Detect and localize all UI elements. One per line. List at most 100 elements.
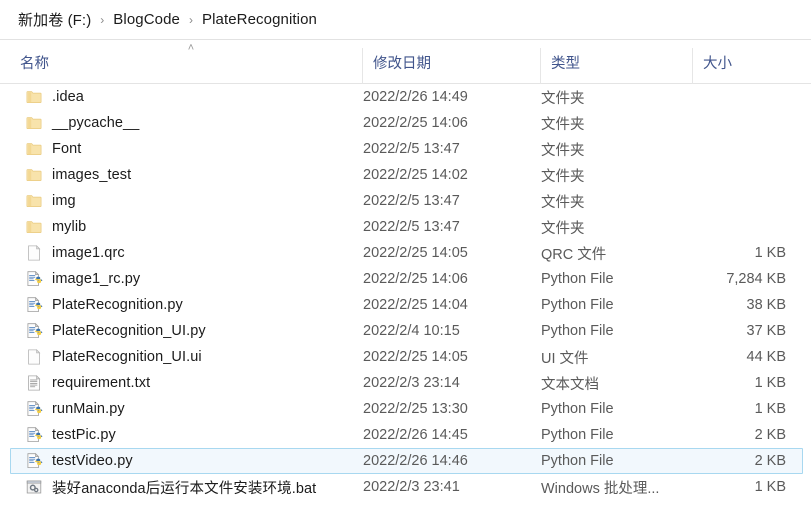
file-name-cell[interactable]: __pycache__ [25,114,139,132]
file-type: 文件夹 [541,168,585,185]
file-name-label: __pycache__ [52,115,140,131]
folder-icon [25,192,43,210]
file-type: 文件夹 [541,90,585,107]
python-file-icon [25,426,43,444]
file-date-modified: 2022/2/5 13:47 [363,141,460,157]
file-name-label: PlateRecognition_UI.ui [52,349,202,365]
breadcrumb[interactable]: 新加卷 (F:) › BlogCode › PlateRecognition [0,0,811,40]
file-type: QRC 文件 [541,246,607,263]
file-date-modified: 2022/2/25 14:02 [363,167,468,183]
python-file-icon [25,452,43,470]
chevron-right-icon[interactable]: › [189,14,193,26]
file-row[interactable]: images_test 2022/2/25 14:02 文件夹 [10,162,803,188]
file-type: 文件夹 [541,142,585,159]
file-name-label: mylib [52,219,87,235]
file-type: Python File [541,297,614,313]
file-row[interactable]: PlateRecognition_UI.py 2022/2/4 10:15 Pyth… [10,318,803,344]
file-date-modified: 2022/2/25 14:05 [363,245,468,261]
folder-icon [25,140,43,158]
file-size: 2 KB [754,427,786,443]
file-name-cell[interactable]: PlateRecognition.py [25,296,183,314]
file-name-cell[interactable]: testVideo.py [25,452,133,470]
breadcrumb-item-blogcode[interactable]: BlogCode [113,11,180,28]
file-name-cell[interactable]: mylib [25,218,86,236]
file-row[interactable]: PlateRecognition_UI.ui 2022/2/25 14:05 UI … [10,344,803,370]
file-date-modified: 2022/2/25 14:05 [363,349,468,365]
file-type: Python File [541,427,614,443]
batch-file-icon [25,478,43,496]
file-name-cell[interactable]: testPic.py [25,426,116,444]
chevron-right-icon[interactable]: › [100,14,104,26]
file-name-cell[interactable]: requirement.txt [25,374,150,392]
folder-icon [25,166,43,184]
file-name-label: image1.qrc [52,245,125,261]
file-row[interactable]: image1.qrc 2022/2/25 14:05 QRC 文件 1 KB [10,240,803,266]
file-date-modified: 2022/2/25 14:06 [363,271,468,287]
file-name-label: 装好anaconda后运行本文件安装环境.bat [52,480,317,497]
file-name-label: images_test [52,167,132,183]
file-name-label: runMain.py [52,401,125,417]
file-row[interactable]: 装好anaconda后运行本文件安装环境.bat 2022/2/3 23:41 Wi… [10,474,803,500]
file-type: 文件夹 [541,220,585,237]
folder-icon [25,114,43,132]
file-name-label: PlateRecognition_UI.py [52,323,206,339]
file-date-modified: 2022/2/5 13:47 [363,219,460,235]
file-type: Python File [541,453,614,469]
breadcrumb-item-platerecognition[interactable]: PlateRecognition [202,11,317,28]
file-date-modified: 2022/2/5 13:47 [363,193,460,209]
file-row[interactable]: testVideo.py 2022/2/26 14:46 Python File 2 … [10,448,803,474]
file-row[interactable]: __pycache__ 2022/2/25 14:06 文件夹 [10,110,803,136]
file-row[interactable]: .idea 2022/2/26 14:49 文件夹 [10,84,803,110]
file-name-label: image1_rc.py [52,271,141,287]
file-size: 44 KB [746,349,787,365]
file-row[interactable]: runMain.py 2022/2/25 13:30 Python File 1 KB [10,396,803,422]
file-size: 2 KB [754,453,786,469]
file-row[interactable]: image1_rc.py 2022/2/25 14:06 Python File 7,… [10,266,803,292]
file-name-cell[interactable]: .idea [25,88,84,106]
file-name-cell[interactable]: PlateRecognition_UI.py [25,322,206,340]
file-name-label: .idea [52,89,84,105]
file-date-modified: 2022/2/3 23:41 [363,479,460,495]
file-type: 文件夹 [541,194,585,211]
file-row[interactable]: Font 2022/2/5 13:47 文件夹 [10,136,803,162]
folder-icon [25,218,43,236]
file-list[interactable]: .idea 2022/2/26 14:49 文件夹 __pycache__ 2022/2… [0,84,811,500]
file-name-cell[interactable]: image1.qrc [25,244,125,262]
file-name-label: testVideo.py [52,453,133,469]
python-file-icon [25,322,43,340]
column-header-size[interactable]: 大小 [693,40,803,84]
file-row[interactable]: img 2022/2/5 13:47 文件夹 [10,188,803,214]
file-type: 文本文档 [541,376,599,393]
document-icon [25,348,43,366]
file-date-modified: 2022/2/25 14:06 [363,115,468,131]
file-name-cell[interactable]: PlateRecognition_UI.ui [25,348,202,366]
file-size: 1 KB [754,401,786,417]
file-date-modified: 2022/2/3 23:14 [363,375,460,391]
column-header-row: ˄ 名称 修改日期 类型 大小 [0,40,811,84]
column-header-date-modified[interactable]: 修改日期 [363,40,540,84]
document-icon [25,244,43,262]
file-name-cell[interactable]: images_test [25,166,131,184]
python-file-icon [25,400,43,418]
file-size: 38 KB [746,297,787,313]
file-name-cell[interactable]: runMain.py [25,400,125,418]
file-name-label: img [52,193,76,209]
file-row[interactable]: PlateRecognition.py 2022/2/25 14:04 Python… [10,292,803,318]
file-date-modified: 2022/2/25 13:30 [363,401,468,417]
file-row[interactable]: mylib 2022/2/5 13:47 文件夹 [10,214,803,240]
file-name-cell[interactable]: 装好anaconda后运行本文件安装环境.bat [25,477,316,498]
file-type: UI 文件 [541,350,589,367]
column-header-type[interactable]: 类型 [541,40,692,84]
python-file-icon [25,296,43,314]
file-name-cell[interactable]: Font [25,140,81,158]
file-row[interactable]: requirement.txt 2022/2/3 23:14 文本文档 1 KB [10,370,803,396]
column-header-name[interactable]: 名称 [10,40,362,84]
file-date-modified: 2022/2/26 14:45 [363,427,468,443]
breadcrumb-item-drive[interactable]: 新加卷 (F:) [18,9,91,30]
file-date-modified: 2022/2/26 14:49 [363,89,468,105]
file-date-modified: 2022/2/4 10:15 [363,323,460,339]
file-row[interactable]: testPic.py 2022/2/26 14:45 Python File 2 KB [10,422,803,448]
file-name-cell[interactable]: img [25,192,76,210]
folder-icon [25,88,43,106]
file-name-cell[interactable]: image1_rc.py [25,270,140,288]
